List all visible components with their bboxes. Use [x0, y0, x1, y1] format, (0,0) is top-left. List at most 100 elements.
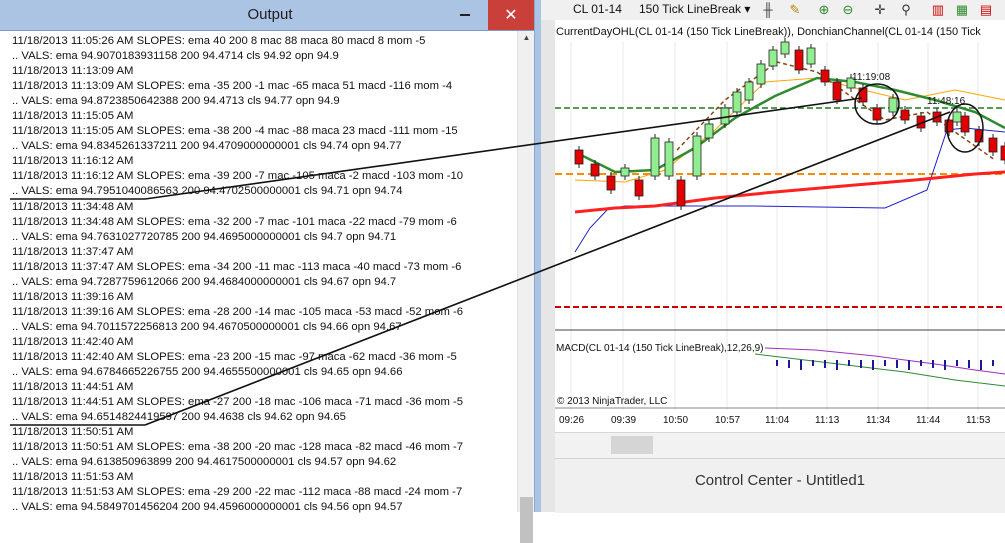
instrument-selector[interactable]: CL 01-14 [573, 2, 622, 16]
close-icon: ✕ [504, 7, 518, 24]
control-center-title: Control Center - Untitled1 [694, 472, 866, 489]
log-line: 11/18/2013 11:37:47 AM [12, 245, 134, 258]
bear-candle [1000, 145, 1005, 161]
bull-candle [664, 141, 674, 177]
bear-candle [960, 115, 970, 133]
price-chart[interactable]: CurrentDayOHL(CL 01-14 (150 Tick LineBre… [555, 20, 1005, 432]
bull-candle [780, 41, 790, 55]
log-line: 11/18/2013 11:51:53 AM [12, 471, 134, 484]
log-line: .. VALS: ema 94.6784665226755 200 94.465… [12, 366, 403, 379]
log-line: 11/18/2013 11:39:16 AM [12, 290, 134, 303]
window-border [534, 0, 541, 512]
strategies-icon[interactable]: ▦ [953, 1, 971, 18]
bear-candle [944, 119, 954, 133]
log-line: 11/18/2013 11:50:51 AM SLOPES: ema -38 2… [12, 441, 464, 454]
bull-candle [704, 123, 714, 139]
log-line: .. VALS: ema 94.7287759612066 200 94.468… [12, 275, 397, 288]
minimize-icon [460, 14, 470, 16]
log-line: 11/18/2013 11:05:26 AM SLOPES: ema 40 20… [12, 35, 426, 47]
log-line: 11/18/2013 11:37:47 AM SLOPES: ema -34 2… [12, 260, 462, 273]
bull-candle [692, 135, 702, 177]
zoom-out-icon[interactable]: ⊖ [839, 1, 857, 18]
fast-ema-line [574, 76, 1005, 174]
time-tick-label: 11:04 [765, 415, 790, 426]
bear-candle [590, 163, 600, 177]
log-line: 11/18/2013 11:15:05 AM [12, 110, 134, 123]
chart-left-rail [541, 20, 556, 512]
macd-label: MACD(CL 01-14 (150 Tick LineBreak),12,26… [556, 343, 764, 354]
time-tick-label: 11:44 [916, 415, 941, 426]
log-line: .. VALS: ema 94.8723850642388 200 94.471… [12, 95, 340, 108]
log-line: 11/18/2013 11:34:48 AM SLOPES: ema -32 2… [12, 215, 457, 228]
log-line: .. VALS: ema 94.9070183931158 200 94.471… [12, 50, 339, 63]
log-line: 11/18/2013 11:15:05 AM SLOPES: ema -38 2… [12, 125, 458, 138]
magnify-icon[interactable]: ⚲ [897, 1, 915, 18]
log-line: 11/18/2013 11:39:16 AM SLOPES: ema -28 2… [12, 305, 464, 318]
bull-candle [650, 137, 660, 177]
time-tick-label: 09:26 [559, 415, 584, 426]
log-line: .. VALS: ema 94.8345261337211 200 94.470… [12, 140, 402, 153]
indicator-label: CurrentDayOHL(CL 01-14 (150 Tick LineBre… [556, 26, 981, 38]
chart-canvas: CurrentDayOHL(CL 01-14 (150 Tick LineBre… [555, 26, 1005, 426]
bear-candle [932, 111, 942, 123]
log-line: 11/18/2013 11:34:48 AM [12, 200, 134, 213]
bear-candle [900, 109, 910, 121]
scrollbar-thumb[interactable] [611, 436, 653, 454]
control-center-bar[interactable]: Control Center - Untitled1 [555, 458, 1005, 513]
chevron-down-icon: ▾ [744, 2, 751, 16]
bull-candle [888, 97, 898, 113]
chart-horizontal-scrollbar[interactable] [555, 432, 1005, 459]
log-line: .. VALS: ema 94.7951040086563 200 94.470… [12, 185, 403, 198]
output-log: 11/18/2013 11:05:26 AM SLOPES: ema 40 20… [12, 34, 517, 516]
bull-candle [768, 49, 778, 67]
time-tick-label: 10:50 [663, 415, 688, 426]
time-tick-label: 11:13 [815, 415, 840, 426]
log-line: 11/18/2013 11:16:12 AM SLOPES: ema -39 2… [12, 170, 464, 183]
bear-candle [832, 81, 842, 101]
pencil-draw-icon[interactable]: ✎ [786, 1, 804, 18]
log-line: 11/18/2013 11:16:12 AM [12, 155, 134, 168]
bear-candle [820, 69, 830, 83]
indicators-icon[interactable]: ▥ [929, 1, 947, 18]
bear-candle [606, 175, 616, 191]
bear-candle [574, 149, 584, 165]
time-tick-label: 09:39 [611, 415, 636, 426]
log-line: 11/18/2013 11:44:51 AM [12, 381, 134, 394]
log-line: .. VALS: ema 94.7631027720785 200 94.469… [12, 230, 397, 243]
scroll-up-icon[interactable]: ▲ [518, 33, 535, 42]
log-line: 11/18/2013 11:42:40 AM SLOPES: ema -23 2… [12, 350, 457, 363]
time-tick-label: 11:34 [866, 415, 891, 426]
output-window: Output ✕ 11/18/2013 11:05:26 AM SLOPES: … [0, 0, 541, 543]
minimize-button[interactable] [442, 0, 488, 30]
donchian-line [574, 77, 1005, 183]
bear-candle [794, 49, 804, 71]
bars-icon[interactable]: ▤ [977, 1, 995, 18]
bull-candle [720, 107, 730, 125]
chart-window: CL 01-14 150 Tick LineBreak ▾ ╫ ✎ ⊕ ⊖ ✛ … [541, 0, 1005, 513]
crosshair-icon[interactable]: ✛ [871, 1, 889, 18]
log-line: 11/18/2013 11:13:09 AM [12, 65, 134, 78]
log-line: .. VALS: ema 94.6514824419597 200 94.463… [12, 411, 346, 424]
bull-candle [756, 63, 766, 85]
output-vertical-scrollbar[interactable]: ▲ [517, 31, 535, 543]
bear-candle [634, 179, 644, 197]
log-line: .. VALS: ema 94.5849701456204 200 94.459… [12, 501, 403, 514]
copyright-label: © 2013 NinjaTrader, LLC [557, 396, 667, 407]
scrollbar-thumb[interactable] [520, 497, 533, 543]
bear-candle [676, 179, 686, 207]
log-line: 11/18/2013 11:50:51 AM [12, 426, 134, 439]
output-titlebar[interactable]: Output ✕ [0, 0, 540, 31]
time-tick-label: 10:57 [715, 415, 740, 426]
candlestick-style-icon[interactable]: ╫ [759, 1, 777, 18]
bear-candle [916, 115, 926, 129]
chart-type-selector[interactable]: 150 Tick LineBreak ▾ [639, 2, 750, 16]
close-button[interactable]: ✕ [488, 0, 534, 30]
zoom-in-icon[interactable]: ⊕ [815, 1, 833, 18]
annotation-time-2: 11:48:16 [927, 96, 966, 107]
log-line: 11/18/2013 11:51:53 AM SLOPES: ema -29 2… [12, 486, 463, 499]
chart-type-label: 150 Tick LineBreak [639, 2, 742, 16]
bull-candle [952, 111, 962, 123]
log-line: .. VALS: ema 94.7011572256813 200 94.467… [12, 320, 402, 333]
bull-candle [744, 81, 754, 101]
log-line: .. VALS: ema 94.613850963899 200 94.4617… [12, 456, 397, 469]
